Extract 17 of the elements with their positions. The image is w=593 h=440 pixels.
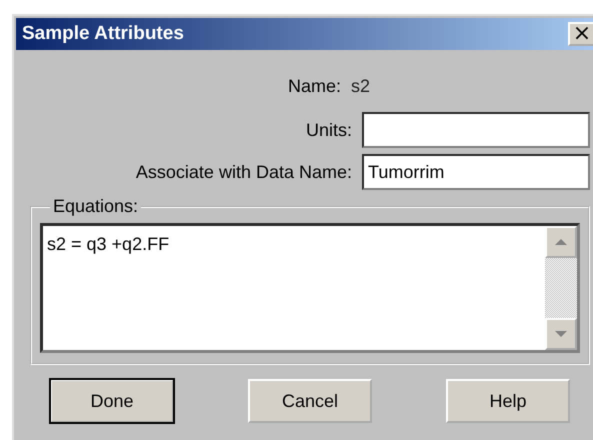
name-value: s2 bbox=[351, 76, 372, 96]
input-field[interactable]: Tumorrim bbox=[362, 154, 590, 190]
scroll-up-icon[interactable] bbox=[545, 226, 577, 258]
close-button[interactable]: × bbox=[568, 22, 593, 46]
equations-text-area[interactable]: s2 = q3 +q2.FF bbox=[40, 223, 580, 353]
field-label: Units: bbox=[306, 120, 352, 140]
dialog-button[interactable]: Done bbox=[50, 379, 174, 423]
scroll-down-icon[interactable] bbox=[545, 318, 577, 350]
field-label: Associate with Data Name: bbox=[136, 162, 352, 182]
window-title: Sample Attributes bbox=[22, 23, 184, 45]
equation-text: s2 = q3 +q2.FF bbox=[46, 233, 170, 256]
dialog-button[interactable]: Help bbox=[446, 379, 570, 423]
scroll-bar[interactable] bbox=[545, 226, 577, 350]
dialog-button[interactable]: Cancel bbox=[248, 379, 372, 423]
name-label: Name: bbox=[288, 76, 342, 96]
group-legend: Equations: bbox=[50, 196, 142, 217]
input-field[interactable] bbox=[362, 112, 590, 148]
